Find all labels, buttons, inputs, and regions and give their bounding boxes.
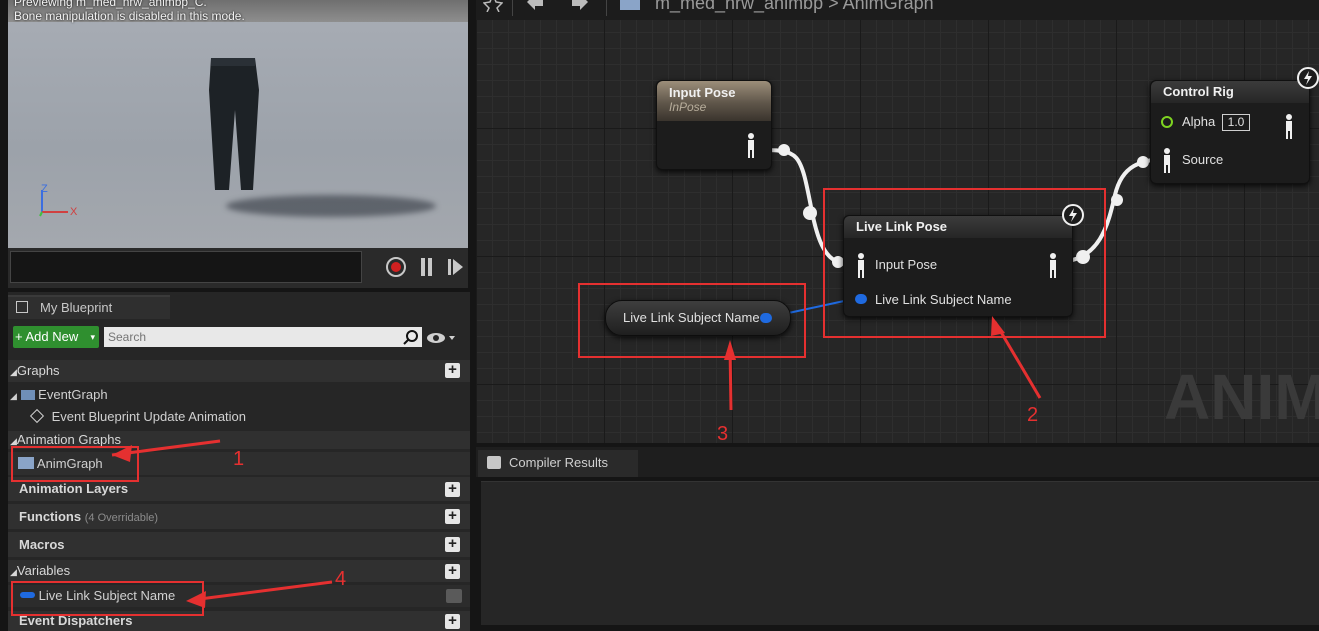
compiler-results-label: Compiler Results — [509, 455, 608, 470]
annotation-label-4: 4 — [335, 568, 347, 590]
compiler-results-panel — [481, 481, 1319, 625]
annotation-label-3: 3 — [717, 423, 729, 445]
compiler-results-icon — [487, 456, 501, 469]
annotation-label-2: 2 — [1027, 404, 1039, 426]
tab-compiler-results[interactable]: Compiler Results — [478, 450, 638, 477]
annotation-label-1: 1 — [233, 448, 245, 470]
